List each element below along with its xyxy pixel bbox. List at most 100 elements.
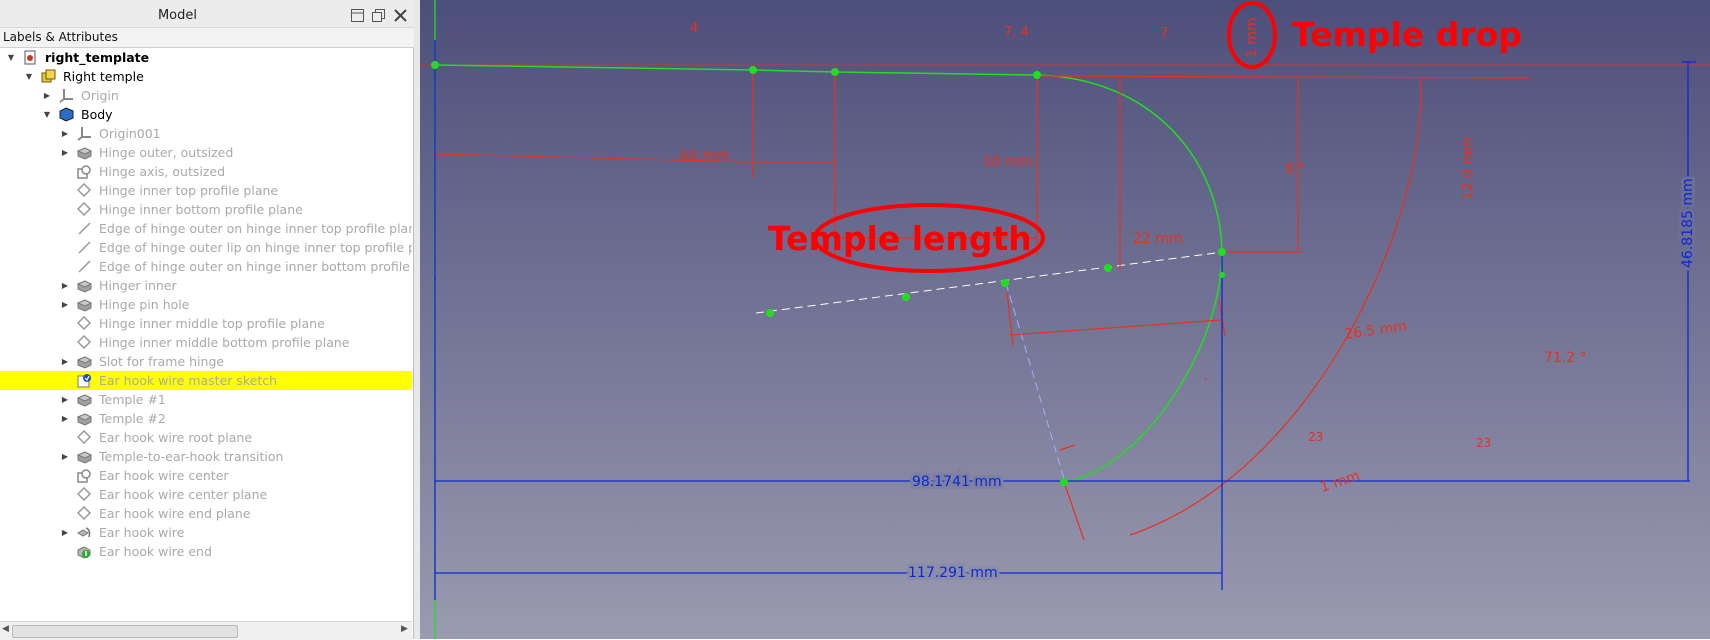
tree-item-label: Right temple: [63, 69, 144, 84]
feature-icon: [76, 392, 93, 407]
tree-item-label: Ear hook wire end: [99, 544, 212, 559]
document-icon: [23, 50, 38, 65]
dimension-graphics: [434, 40, 1696, 600]
tree-item-label: Slot for frame hinge: [99, 354, 225, 369]
tree-item[interactable]: Ear hook wire root plane: [0, 428, 412, 447]
dim-46mm: 46.8185 mm: [1680, 178, 1696, 268]
temple-length-annotation: Temple length: [768, 219, 1032, 258]
endpoint-icon: [77, 544, 92, 559]
expand-arrow-icon[interactable]: ▶: [60, 523, 70, 542]
tree-item[interactable]: Hinge inner bottom profile plane: [0, 200, 412, 219]
tree-item-label: Edge of hinge outer on hinge inner top p…: [99, 221, 412, 236]
tree-item-label: Hinge inner middle top profile plane: [99, 316, 325, 331]
tree-item[interactable]: ▼ Right temple: [0, 67, 412, 86]
tree-item[interactable]: ▶ Hinge pin hole: [0, 295, 412, 314]
tree-item[interactable]: ▶ Hinger inner: [0, 276, 412, 295]
sweep-icon: [77, 525, 92, 540]
model-tree[interactable]: ▼ right_template ▼ Right temple ▶ Origin ▼ Body…: [0, 48, 412, 623]
scrollbar-thumb[interactable]: [12, 625, 238, 638]
expand-arrow-icon[interactable]: ▶: [60, 295, 70, 314]
datum-icon: [77, 164, 92, 179]
dim-12mm: 12.0 mm: [1460, 137, 1476, 200]
dim-71-2deg: 71.2 °: [1544, 350, 1587, 366]
construction-line[interactable]: [755, 251, 1224, 314]
part-icon: [41, 69, 56, 84]
plane-icon: [76, 505, 92, 521]
sketch-canvas[interactable]: 4 7, 4 7 60 mm 10 mm 22 mm 8 ° 12.0 mm 1…: [420, 0, 1710, 639]
collapse-arrow-icon[interactable]: ▼: [24, 67, 34, 86]
tree-item[interactable]: Ear hook wire center: [0, 466, 412, 485]
tree-item[interactable]: Hinge inner middle top profile plane: [0, 314, 412, 333]
model-panel: Model Labels & Attributes ▼ right_templat…: [0, 0, 414, 640]
tree-item-label: Hinge inner middle bottom profile plane: [99, 335, 350, 350]
line-icon: [77, 221, 92, 236]
dim-8deg: 8 °: [1285, 161, 1305, 177]
scroll-right-icon[interactable]: ▶: [401, 624, 408, 634]
tree-item-label: Temple-to-ear-hook transition: [99, 449, 284, 464]
tree-item[interactable]: Hinge axis, outsized: [0, 162, 412, 181]
expand-arrow-icon[interactable]: ▶: [42, 86, 52, 105]
datum-icon: [77, 468, 92, 483]
collapse-arrow-icon[interactable]: ▼: [42, 105, 52, 124]
constraint-graphics: [434, 70, 1531, 541]
tree-item[interactable]: ▶ Ear hook wire: [0, 523, 412, 542]
dim-1mm-b: 1 mm: [1318, 468, 1362, 496]
tree-item[interactable]: Ear hook wire center plane: [0, 485, 412, 504]
feature-icon: [76, 411, 93, 426]
constraint-labels: 4 7, 4 7: [690, 21, 1168, 41]
tree-item[interactable]: Edge of hinge outer on hinge inner top p…: [0, 219, 412, 238]
ear-hook-arc[interactable]: [1036, 74, 1223, 483]
temple-line-2[interactable]: [752, 69, 836, 73]
tree-header-label: Labels & Attributes: [3, 30, 118, 44]
dim-26-5mm: 26.5 mm: [1343, 318, 1408, 343]
expand-arrow-icon[interactable]: ▶: [60, 352, 70, 371]
tree-item-label: Origin001: [99, 126, 161, 141]
dim-10mm: 10 mm: [983, 154, 1033, 170]
feature-icon: [76, 297, 93, 312]
tree-item[interactable]: ▶ Temple #2: [0, 409, 412, 428]
tree-item-label: Edge of hinge outer lip on hinge inner t…: [99, 240, 412, 255]
constraint-label-7-4: 7, 4: [1004, 25, 1029, 40]
tree-item[interactable]: ▶ Hinge outer, outsized: [0, 143, 412, 162]
tree-item[interactable]: ▶ Slot for frame hinge: [0, 352, 412, 371]
tree-item[interactable]: ▶ Origin: [0, 86, 412, 105]
tree-item[interactable]: Ear hook wire master sketch: [0, 371, 412, 390]
panel-float-icon[interactable]: [370, 7, 387, 24]
expand-arrow-icon[interactable]: ▶: [60, 447, 70, 466]
tree-item[interactable]: Edge of hinge outer lip on hinge inner t…: [0, 238, 412, 257]
tree-item-label: Ear hook wire master sketch: [99, 373, 278, 388]
tree-item[interactable]: ▼ right_template: [0, 48, 412, 67]
construction-line-2[interactable]: [1005, 282, 1066, 483]
tree-item[interactable]: ▶ Temple #1: [0, 390, 412, 409]
tree-item[interactable]: ▶ Origin001: [0, 124, 412, 143]
expand-arrow-icon[interactable]: ▶: [60, 143, 70, 162]
horizontal-scrollbar[interactable]: ◀ ▶: [0, 621, 412, 640]
panel-close-icon[interactable]: [392, 7, 409, 24]
tree-item[interactable]: Hinge inner middle bottom profile plane: [0, 333, 412, 352]
expand-arrow-icon[interactable]: ▶: [60, 409, 70, 428]
tree-item[interactable]: ▶ Temple-to-ear-hook transition: [0, 447, 412, 466]
3d-viewport[interactable]: 4 7, 4 7 60 mm 10 mm 22 mm 8 ° 12.0 mm 1…: [420, 0, 1710, 639]
scroll-left-icon[interactable]: ◀: [2, 624, 9, 634]
tree-item[interactable]: Ear hook wire end plane: [0, 504, 412, 523]
temple-line[interactable]: [434, 64, 754, 71]
line-icon: [77, 259, 92, 274]
expand-arrow-icon[interactable]: ▶: [60, 390, 70, 409]
collapse-arrow-icon[interactable]: ▼: [6, 48, 16, 67]
sketch-points[interactable]: [431, 61, 1226, 486]
expand-arrow-icon[interactable]: ▶: [60, 276, 70, 295]
tree-item-label: Temple #1: [99, 392, 166, 407]
panel-restore-icon[interactable]: [349, 7, 366, 24]
temple-line-3[interactable]: [834, 71, 1038, 76]
dim-60mm: 60 mm: [680, 148, 730, 164]
tree-item-label: Hinge axis, outsized: [99, 164, 226, 179]
tree-item[interactable]: Ear hook wire end: [0, 542, 412, 561]
tree-item[interactable]: Hinge inner top profile plane: [0, 181, 412, 200]
annotation-labels: Temple drop Temple length: [768, 15, 1522, 258]
expand-arrow-icon[interactable]: ▶: [60, 124, 70, 143]
tree-item-label: Body: [81, 107, 113, 122]
tree-item[interactable]: ▼ Body: [0, 105, 412, 124]
tree-item-label: Hinge inner top profile plane: [99, 183, 279, 198]
tree-item[interactable]: Edge of hinge outer on hinge inner botto…: [0, 257, 412, 276]
tree-header[interactable]: Labels & Attributes: [0, 27, 414, 48]
